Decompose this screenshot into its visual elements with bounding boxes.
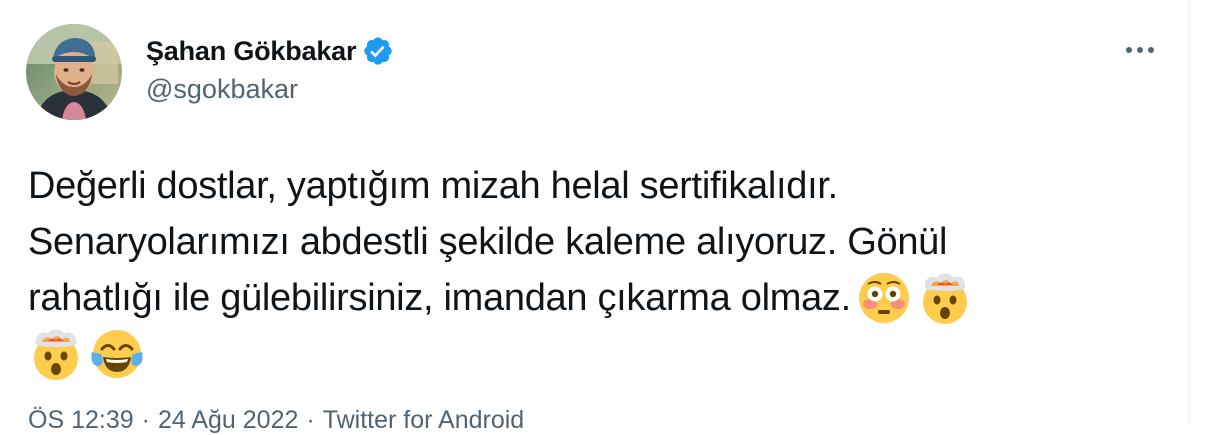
tweet: Şahan Gökbakar @sgokbakar Değerli dostla… xyxy=(0,0,1188,434)
tweet-source[interactable]: Twitter for Android xyxy=(323,406,524,434)
author-display-name[interactable]: Şahan Gökbakar xyxy=(146,36,356,67)
flushed-face-emoji-icon xyxy=(856,270,912,326)
more-horizontal-icon[interactable] xyxy=(1121,38,1159,62)
meta-separator: · xyxy=(306,406,315,434)
verified-badge-icon xyxy=(362,35,394,67)
author-name-row: Şahan Gökbakar xyxy=(146,33,394,69)
exploding-head-emoji-icon xyxy=(917,270,973,326)
author-handle[interactable]: @sgokbakar xyxy=(146,74,298,105)
tweet-text-line: Değerli dostlar, yaptığım mizah helal se… xyxy=(28,158,1168,214)
tweet-text-segment: rahatlığı ile gülebilirsiniz, imandan çı… xyxy=(28,277,851,319)
tweet-date: 24 Ağu 2022 xyxy=(157,406,299,434)
timeline-border xyxy=(1189,0,1190,424)
tweet-timestamp[interactable]: ÖS 12:39 · 24 Ağu 2022 xyxy=(28,406,298,434)
tweet-text-segment: Değerli dostlar, yaptığım mizah helal se… xyxy=(28,165,838,207)
tweet-text: Değerli dostlar, yaptığım mizah helal se… xyxy=(28,158,1168,382)
tweet-text-line: rahatlığı ile gülebilirsiniz, imandan çı… xyxy=(28,270,1168,326)
tweet-text-line xyxy=(28,326,1168,382)
avatar[interactable] xyxy=(26,24,122,120)
tweet-meta: ÖS 12:39 · 24 Ağu 2022 · Twitter for Android xyxy=(28,406,524,435)
meta-separator: · xyxy=(141,406,150,434)
tweet-text-segment: Senaryolarımızı abdestli şekilde kaleme … xyxy=(28,221,948,263)
tweet-time: ÖS 12:39 xyxy=(28,406,134,434)
face-with-tears-of-joy-emoji-icon xyxy=(89,326,145,382)
exploding-head-emoji-icon xyxy=(28,326,84,382)
tweet-text-line: Senaryolarımızı abdestli şekilde kaleme … xyxy=(28,214,1168,270)
